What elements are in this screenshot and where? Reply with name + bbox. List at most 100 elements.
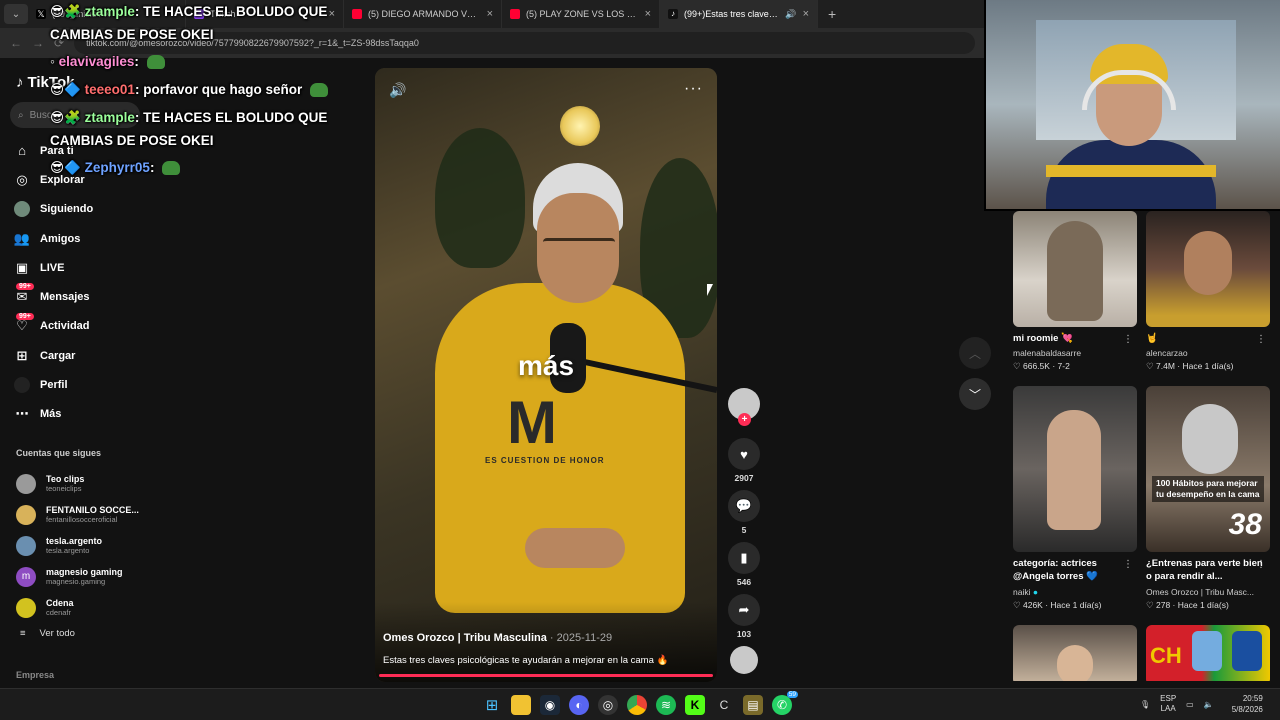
feed-card[interactable]: CH	[1146, 625, 1270, 681]
steam-icon[interactable]: ◉	[540, 695, 560, 715]
feed-thumbnail[interactable]: CH	[1146, 625, 1270, 681]
sidebar-item-label: Perfil	[40, 379, 68, 392]
more-options-icon[interactable]: ⋮	[1123, 559, 1133, 570]
argentina-crest-icon	[1192, 631, 1222, 671]
cat-image	[1047, 221, 1103, 321]
sidebar-item-mas[interactable]: ⋯ Más	[14, 400, 144, 429]
verified-icon: ●	[1032, 587, 1038, 597]
following-item[interactable]: m magnesio gaming magnesio.gaming	[16, 561, 146, 592]
feed-card[interactable]: 🤘 ⋮ alencarzao ♡ 7.4M · Hace 1 día(s)	[1146, 211, 1270, 372]
obs-icon[interactable]: ◎	[598, 695, 618, 715]
sidebar-item-amigos[interactable]: 👥 Amigos	[14, 224, 144, 253]
language-code: ESP	[1160, 694, 1177, 703]
creator-avatar[interactable]: +	[728, 388, 760, 426]
more-options-icon[interactable]: ⋮	[1256, 334, 1266, 345]
browser-tab[interactable]: (5) PLAY ZONE VS LOS SOBRIN ×	[502, 0, 660, 28]
company-link[interactable]: Empresa	[16, 670, 54, 680]
chrome-icon[interactable]	[627, 695, 647, 715]
streamer-webcam	[984, 0, 1280, 211]
file-explorer-icon[interactable]	[511, 695, 531, 715]
feed-stats: ♡ 426K · Hace 1 día(s)	[1013, 600, 1102, 610]
more-options-icon[interactable]: ···	[684, 80, 703, 98]
following-item[interactable]: Cdena cdenafr	[16, 592, 146, 623]
thumbnail-text: 100 Hábitos para mejorar tu desempeño en…	[1152, 476, 1264, 502]
account-name: Cdena	[46, 598, 74, 608]
following-item[interactable]: FENTANILO SOCCE... fentanillosoccerofici…	[16, 499, 146, 530]
follow-plus-icon[interactable]: +	[738, 413, 751, 426]
feed-thumbnail[interactable]	[1013, 386, 1137, 552]
feed-card[interactable]: categoría: actrices @Angela torres 💙 ⋮ n…	[1013, 386, 1137, 611]
back-icon[interactable]: ←	[10, 36, 22, 50]
person-image	[1182, 404, 1238, 474]
close-icon[interactable]: ×	[329, 8, 335, 20]
ccleaner-icon[interactable]: C	[714, 695, 734, 715]
volume-icon[interactable]: 🔈	[1204, 700, 1214, 709]
bookmark-icon: ▮	[740, 550, 748, 565]
comment-count: 5	[741, 525, 747, 535]
microphone-icon[interactable]: 🎙	[1140, 700, 1150, 709]
feed-thumbnail[interactable]	[1146, 211, 1270, 327]
video-progress-bar[interactable]	[379, 674, 713, 677]
see-all-button[interactable]: ≡ Ver todo	[20, 628, 75, 639]
comment-icon: 💬	[735, 498, 753, 513]
sidebar-item-mensajes[interactable]: ✉ 99+ Mensajes	[14, 282, 144, 311]
x-icon: 𝕏	[36, 9, 46, 19]
whatsapp-icon[interactable]: ✆ 59	[772, 691, 798, 715]
browser-tab-active[interactable]: ♪ (99+)Estas tres claves psicol 🔊 ×	[660, 0, 818, 28]
close-icon[interactable]: ×	[645, 8, 651, 20]
tab-search-button[interactable]: ⌄	[4, 4, 28, 24]
video-player[interactable]: M ES CUESTION DE HONOR más 🔊 ···	[375, 68, 717, 682]
more-options-icon[interactable]: ⋮	[1256, 559, 1266, 570]
following-item[interactable]: tesla.argento tesla.argento	[16, 530, 146, 561]
feed-thumbnail[interactable]: 100 Hábitos para mejorar tu desempeño en…	[1146, 386, 1270, 552]
feed-card[interactable]: 100 Hábitos para mejorar tu desempeño en…	[1146, 386, 1270, 611]
clock[interactable]: 20:59 5/8/2026	[1232, 693, 1263, 715]
comment-button[interactable]: 💬	[728, 490, 760, 522]
account-name: magnesio gaming	[46, 567, 123, 577]
heart-icon: ♡	[1013, 600, 1021, 610]
network-icon[interactable]: ▭	[1186, 700, 1194, 709]
feed-caption: 🤘	[1146, 333, 1158, 344]
close-icon[interactable]: ×	[487, 8, 493, 20]
feed-thumbnail[interactable]	[1013, 211, 1137, 327]
chat-badge-icon: 😎🔷	[50, 82, 81, 97]
spotify-icon[interactable]: ≋	[656, 695, 676, 715]
feed-card[interactable]: mi roomie 💘 ⋮ malenabaldasarre ♡ 666.5K …	[1013, 211, 1137, 372]
windows-start-icon[interactable]: ⊞	[482, 695, 502, 715]
mouse-cursor	[707, 284, 719, 296]
like-button[interactable]: ♥	[728, 438, 760, 470]
sidebar-item-actividad[interactable]: ♡ 99+ Actividad	[14, 312, 144, 341]
feed-card[interactable]	[1013, 625, 1137, 681]
sidebar-item-live[interactable]: ▣ LIVE	[14, 253, 144, 282]
new-tab-icon[interactable]: +	[828, 6, 836, 22]
pepe-emote-icon	[310, 83, 328, 98]
notification-badge: 99+	[16, 283, 34, 291]
chat-message: 😎🧩 ztample: TE HACES EL BOLUDO QUE	[50, 110, 328, 125]
video-author[interactable]: Omes Orozco | Tribu Masculina · 2025-11-…	[383, 632, 612, 644]
feed-thumbnail[interactable]	[1013, 625, 1137, 681]
sidebar-item-label: Cargar	[40, 349, 76, 362]
share-button[interactable]: ➦	[728, 594, 760, 626]
chat-message: ◦ elavivagiles:	[50, 54, 165, 70]
browser-tab[interactable]: (5) DIEGO ARMANDO VS TITO ×	[344, 0, 502, 28]
more-options-icon[interactable]: ⋮	[1123, 334, 1133, 345]
volume-icon[interactable]: 🔊	[389, 82, 406, 99]
following-item[interactable]: Teo clips teoneiclips	[16, 468, 146, 499]
sidebar-item-perfil[interactable]: Perfil	[14, 370, 144, 399]
sidebar-item-label: Actividad	[40, 320, 90, 333]
sidebar-item-cargar[interactable]: ⊞ Cargar	[14, 341, 144, 370]
discord-icon[interactable]: ◐	[569, 695, 589, 715]
save-button[interactable]: ▮	[728, 542, 760, 574]
forward-icon[interactable]: →	[32, 36, 44, 50]
speaker-icon[interactable]: 🔊	[785, 9, 796, 20]
activity-icon: ♡	[16, 318, 28, 334]
language-indicator[interactable]: ESP LAA	[1160, 694, 1176, 714]
game-icon[interactable]: ▤	[743, 695, 763, 715]
sidebar-item-siguiendo[interactable]: Siguiendo	[14, 195, 144, 224]
chat-message: CAMBIAS DE POSE OKEI	[50, 27, 214, 42]
next-video-button[interactable]: ﹀	[959, 378, 991, 410]
sound-avatar[interactable]	[730, 646, 758, 674]
close-icon[interactable]: ×	[803, 8, 809, 20]
previous-video-button[interactable]: ︿	[959, 337, 991, 369]
kick-icon[interactable]: K	[685, 695, 705, 715]
